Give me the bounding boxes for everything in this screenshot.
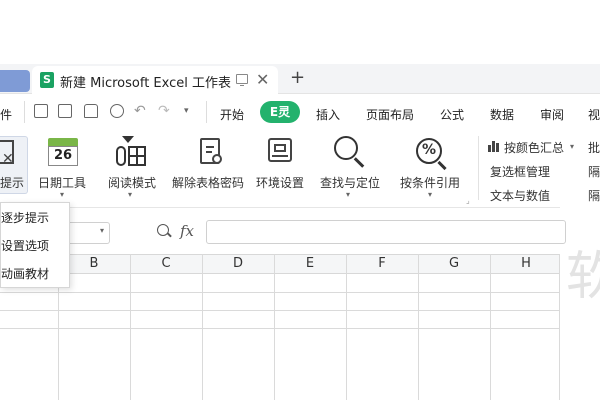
chevron-down-icon[interactable]: ▾ <box>346 190 350 199</box>
window-restore-icon[interactable] <box>236 74 248 86</box>
new-tab-icon[interactable]: + <box>290 67 305 88</box>
grid-line <box>0 328 560 329</box>
watermark: 软 <box>566 247 600 307</box>
ribbon-overflow-item[interactable]: 隔 <box>588 187 600 204</box>
environment-settings-icon[interactable] <box>268 138 292 162</box>
column-header-f[interactable]: F <box>346 256 418 271</box>
wps-spreadsheet-logo-icon: S <box>40 72 54 88</box>
hint-x-icon: ✕ <box>2 151 14 167</box>
grid-line <box>346 254 347 400</box>
step-hint-label: 提示 <box>0 176 25 190</box>
grid-line <box>202 254 203 400</box>
sum-by-color-button[interactable]: 按颜色汇总 <box>504 139 564 156</box>
undo-icon[interactable]: ↶ <box>134 103 146 119</box>
formula-input[interactable] <box>206 220 566 244</box>
print-preview-icon[interactable] <box>110 104 124 118</box>
text-and-number-button[interactable]: 文本与数值 <box>490 187 550 204</box>
ribbon-divider <box>478 136 479 200</box>
menu-view[interactable]: 视 <box>588 106 600 123</box>
menu-item-step-hint[interactable]: 逐步提示 <box>1 209 49 226</box>
find-icon[interactable] <box>334 136 365 168</box>
export-pdf-icon[interactable] <box>58 104 72 118</box>
menu-review[interactable]: 审阅 <box>540 106 564 123</box>
chevron-down-icon[interactable]: ▾ <box>428 190 432 199</box>
ribbon-overflow-item[interactable]: 批 <box>588 139 600 156</box>
zoom-search-icon[interactable] <box>157 224 169 236</box>
menu-item-animation-tutorial[interactable]: 动画教材 <box>1 265 49 282</box>
document-title: 新建 Microsoft Excel 工作表 <box>60 76 231 91</box>
column-header-c[interactable]: C <box>130 256 202 271</box>
previous-tab[interactable] <box>0 70 30 92</box>
insert-function-button[interactable]: fx <box>180 222 194 240</box>
column-header-g[interactable]: G <box>418 256 490 271</box>
save-icon[interactable] <box>34 104 48 118</box>
chevron-down-icon[interactable]: ▾ <box>60 190 64 199</box>
checkbox-manager-button[interactable]: 复选框管理 <box>490 163 550 180</box>
menu-divider <box>206 101 207 123</box>
find-and-locate-label: 查找与定位 <box>320 176 381 190</box>
date-tools-label: 日期工具 <box>38 176 87 190</box>
conditional-reference-icon[interactable]: % <box>416 138 447 171</box>
column-header-h[interactable]: H <box>490 256 562 271</box>
color-summary-icon <box>488 140 500 152</box>
ribbon-overflow-item[interactable]: 隔 <box>588 163 600 180</box>
menu-file[interactable]: 件 <box>0 106 12 123</box>
remove-sheet-password-label: 解除表格密码 <box>172 176 245 190</box>
menu-item-settings[interactable]: 设置选项 <box>1 237 49 254</box>
calendar-date: 26 <box>48 146 78 166</box>
calendar-icon[interactable]: 26 <box>48 138 78 166</box>
menu-divider <box>24 101 25 123</box>
redo-icon[interactable]: ↷ <box>158 103 170 119</box>
menu-insert[interactable]: 插入 <box>316 106 340 123</box>
grid-line <box>0 292 560 293</box>
menu-data[interactable]: 数据 <box>490 106 514 123</box>
column-header-d[interactable]: D <box>202 256 274 271</box>
print-icon[interactable] <box>84 104 98 118</box>
chevron-down-icon[interactable]: ▾ <box>100 226 104 235</box>
group-expand-icon[interactable]: ⌟ <box>466 196 470 205</box>
environment-settings-label: 环境设置 <box>256 176 305 190</box>
ai-assistant-button[interactable]: E灵 <box>260 101 300 123</box>
chevron-down-icon[interactable]: ▾ <box>128 190 132 199</box>
grid-line <box>418 254 419 400</box>
menu-formulas[interactable]: 公式 <box>440 106 464 123</box>
unlock-sheet-icon[interactable] <box>200 138 222 164</box>
chevron-down-icon[interactable]: ▾ <box>570 142 574 151</box>
quick-access-more-icon[interactable]: ▾ <box>184 106 189 116</box>
grid-line <box>130 254 131 400</box>
grid-line <box>274 254 275 400</box>
menu-page-layout[interactable]: 页面布局 <box>366 106 414 123</box>
grid-line <box>559 254 560 400</box>
close-tab-icon[interactable]: ✕ <box>256 70 269 89</box>
menu-home[interactable]: 开始 <box>220 106 244 123</box>
reference-by-condition-label: 按条件引用 <box>400 176 461 190</box>
step-hint-dropdown-menu: 逐步提示 设置选项 动画教材 <box>0 202 70 288</box>
grid-line <box>0 310 560 311</box>
column-header-e[interactable]: E <box>274 256 346 271</box>
reading-mode-label: 阅读模式 <box>108 176 157 190</box>
grid-line <box>490 254 491 400</box>
reading-mode-icon[interactable] <box>116 136 146 166</box>
